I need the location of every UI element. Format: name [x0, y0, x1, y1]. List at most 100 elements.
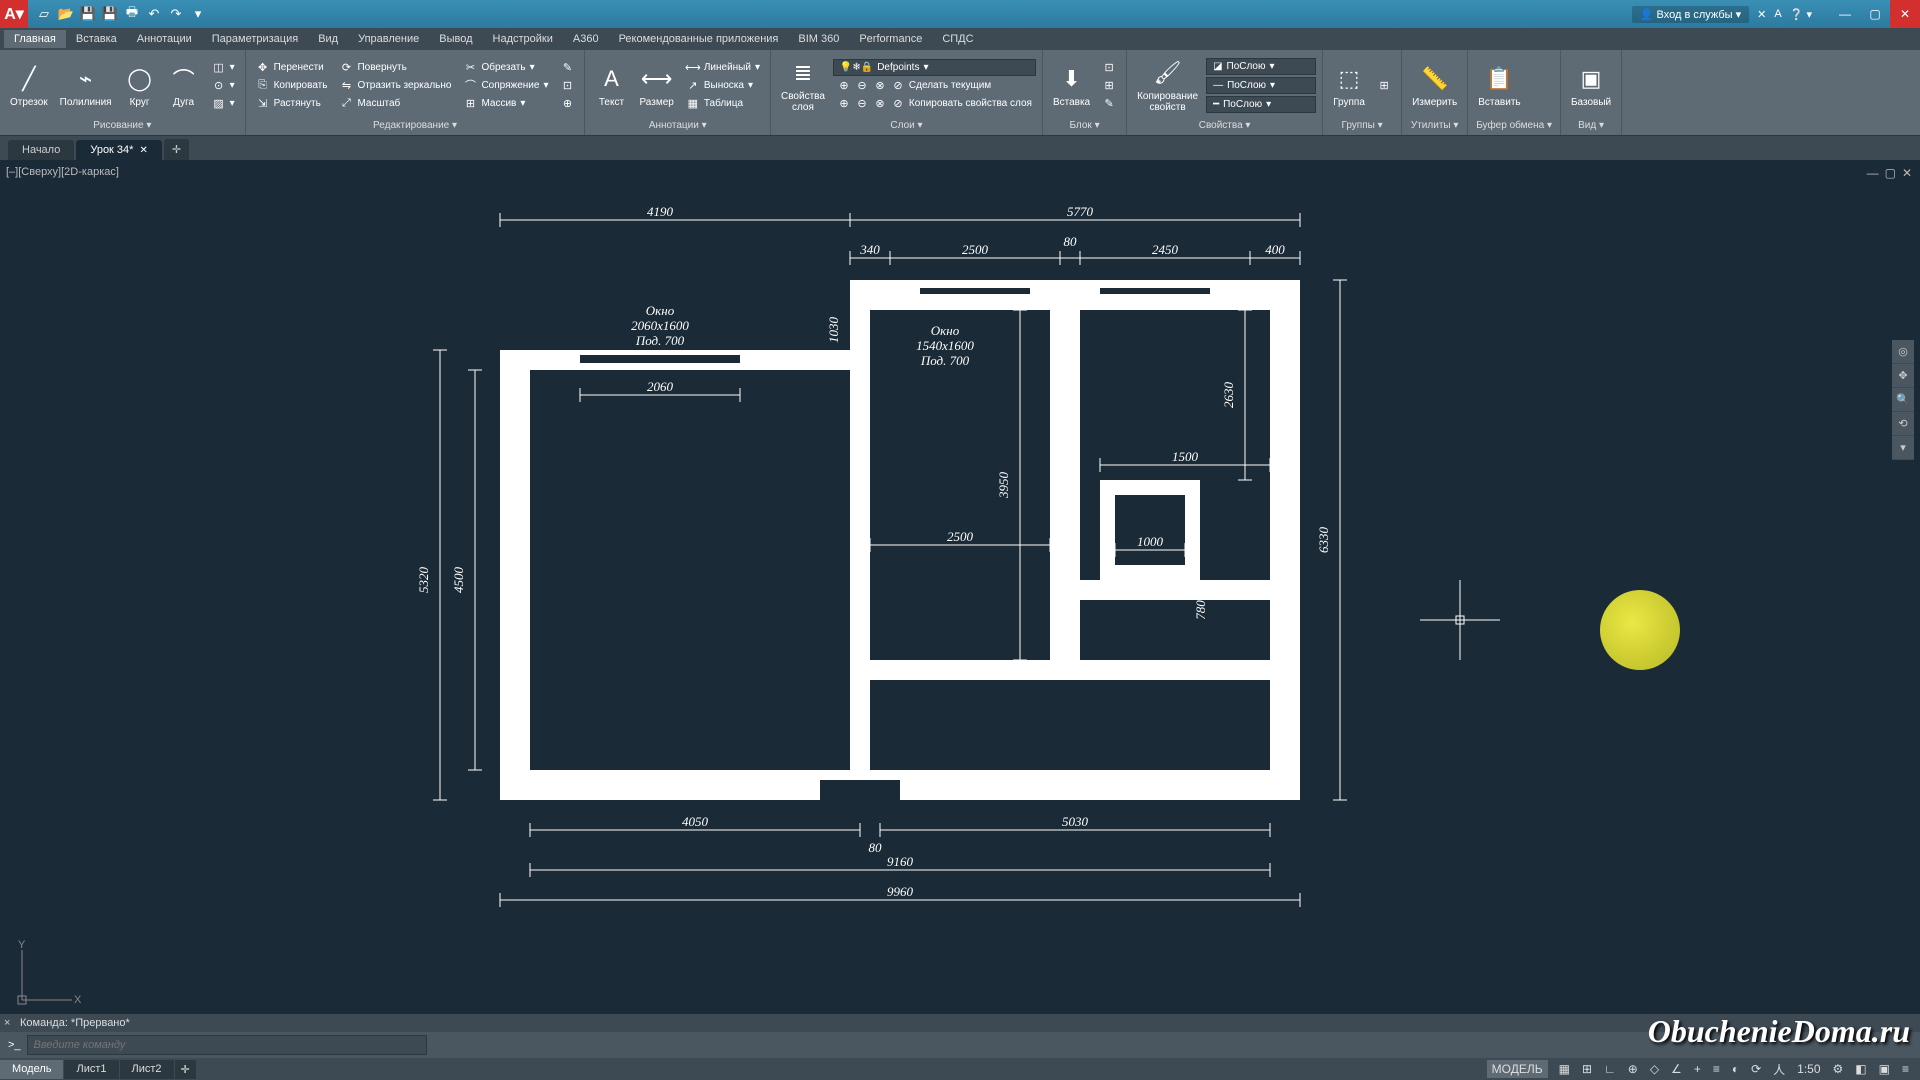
osnap-icon[interactable]: ◇	[1645, 1060, 1664, 1078]
move-button[interactable]: ✥Перенести	[252, 59, 332, 75]
polyline-button[interactable]: ⌁Полилиния	[56, 61, 116, 110]
trim-button[interactable]: ✂Обрезать ▾	[459, 59, 552, 75]
cycle-icon[interactable]: ⟳	[1746, 1060, 1766, 1078]
nav-orbit-icon[interactable]: ⟲	[1892, 412, 1914, 436]
tab-current[interactable]: Урок 34*✕	[76, 140, 162, 160]
nav-pan-icon[interactable]: ✥	[1892, 364, 1914, 388]
scale-button[interactable]: ⤢Масштаб	[335, 95, 455, 111]
color-dropdown[interactable]: ◪ ПоСлою ▾	[1206, 58, 1316, 75]
text-button[interactable]: AТекст	[591, 61, 631, 110]
table-button[interactable]: ▦Таблица	[682, 95, 764, 111]
mod-ext1[interactable]: ✎	[556, 59, 578, 75]
tab-addins[interactable]: Надстройки	[483, 30, 563, 48]
dyn-icon[interactable]: +	[1689, 1060, 1706, 1078]
block-ext1[interactable]: ⊡	[1098, 59, 1120, 75]
exchange-icon[interactable]: ✕	[1757, 8, 1766, 21]
tab-bim360[interactable]: BIM 360	[788, 30, 849, 48]
stretch-button[interactable]: ⇲Растянуть	[252, 95, 332, 111]
drawing-canvas[interactable]: [–][Сверху][2D-каркас] — ▢ ✕ 4190 5770 3…	[0, 160, 1920, 1022]
measure-button[interactable]: 📏Измерить	[1408, 61, 1461, 110]
open-icon[interactable]: 📂	[56, 4, 76, 24]
panel-utils-title[interactable]: Утилиты ▾	[1408, 118, 1461, 133]
tab-param[interactable]: Параметризация	[202, 30, 308, 48]
layout2-tab[interactable]: Лист2	[120, 1060, 174, 1079]
new-icon[interactable]: ▱	[34, 4, 54, 24]
redo-icon[interactable]: ↷	[166, 4, 186, 24]
lineweight-dropdown[interactable]: ━ ПоСлою ▾	[1206, 96, 1316, 113]
mod-ext2[interactable]: ⊡	[556, 77, 578, 93]
snap-icon[interactable]: ⊞	[1577, 1060, 1597, 1078]
anno-icon[interactable]: 人	[1768, 1059, 1790, 1080]
tab-manage[interactable]: Управление	[348, 30, 429, 48]
layer-row2[interactable]: ⊕⊖⊗⊘ Сделать текущим	[833, 78, 1036, 94]
draw-ext3[interactable]: ▨▾	[208, 95, 239, 111]
draw-ext2[interactable]: ⊙▾	[208, 77, 239, 93]
viewport-label[interactable]: [–][Сверху][2D-каркас]	[6, 166, 119, 178]
tab-insert[interactable]: Вставка	[66, 30, 127, 48]
mirror-button[interactable]: ⇋Отразить зеркально	[335, 77, 455, 93]
linetype-dropdown[interactable]: — ПоСлою ▾	[1206, 77, 1316, 94]
circle-button[interactable]: ◯Круг	[120, 61, 160, 110]
group-button[interactable]: ⬚Группа	[1329, 61, 1369, 110]
command-input[interactable]	[27, 1035, 427, 1055]
insert-button[interactable]: ⬇Вставка	[1049, 61, 1094, 110]
trans-icon[interactable]: ◐	[1727, 1060, 1744, 1078]
tab-a360[interactable]: A360	[563, 30, 609, 48]
model-tab[interactable]: Модель	[0, 1060, 63, 1079]
grp-ext[interactable]: ⊞	[1373, 77, 1395, 93]
clean-icon[interactable]: ▣	[1874, 1060, 1895, 1078]
paste-button[interactable]: 📋Вставить	[1474, 61, 1524, 110]
vp-max-icon[interactable]: ▢	[1885, 166, 1896, 180]
qat-more-icon[interactable]: ▾	[188, 4, 208, 24]
panel-groups-title[interactable]: Группы ▾	[1329, 118, 1395, 133]
draw-ext1[interactable]: ◫▾	[208, 59, 239, 75]
line-button[interactable]: ╱Отрезок	[6, 61, 52, 110]
panel-props-title[interactable]: Свойства ▾	[1133, 118, 1316, 133]
tab-start[interactable]: Начало	[8, 140, 74, 160]
app-a-icon[interactable]: A	[1774, 8, 1781, 20]
tab-annot[interactable]: Аннотации	[127, 30, 202, 48]
panel-view-title[interactable]: Вид ▾	[1567, 118, 1615, 133]
rotate-button[interactable]: ⟳Повернуть	[335, 59, 455, 75]
base-button[interactable]: ▣Базовый	[1567, 61, 1615, 110]
grid-icon[interactable]: ▦	[1554, 1060, 1575, 1078]
block-ext2[interactable]: ⊞	[1098, 77, 1120, 93]
help-icon[interactable]: ❔ ▾	[1790, 8, 1812, 21]
minimize-icon[interactable]: —	[1830, 0, 1860, 28]
mod-ext3[interactable]: ⊕	[556, 95, 578, 111]
layer-dropdown[interactable]: 💡❄🔒 Defpoints ▾	[833, 59, 1036, 76]
custom-icon[interactable]: ≡	[1897, 1060, 1914, 1078]
copy-button[interactable]: ⎘Копировать	[252, 77, 332, 93]
panel-annot-title[interactable]: Аннотации ▾	[591, 118, 764, 133]
layer-props-button[interactable]: ≣Свойства слоя	[777, 55, 829, 115]
tab-main[interactable]: Главная	[4, 30, 66, 48]
layout-add[interactable]: ✛	[175, 1060, 196, 1079]
tab-output[interactable]: Вывод	[429, 30, 482, 48]
ortho-icon[interactable]: ∟	[1599, 1060, 1621, 1078]
vp-min-icon[interactable]: —	[1867, 166, 1879, 180]
modelspace-button[interactable]: МОДЕЛЬ	[1487, 1060, 1548, 1078]
nav-wheel-icon[interactable]: ◎	[1892, 340, 1914, 364]
panel-layers-title[interactable]: Слои ▾	[777, 118, 1036, 133]
tab-recapps[interactable]: Рекомендованные приложения	[609, 30, 789, 48]
panel-clip-title[interactable]: Буфер обмена ▾	[1474, 118, 1554, 133]
panel-modify-title[interactable]: Редактирование ▾	[252, 118, 579, 133]
tab-view[interactable]: Вид	[308, 30, 348, 48]
tab-close-icon[interactable]: ✕	[139, 145, 147, 156]
array-button[interactable]: ⊞Массив ▾	[459, 95, 552, 111]
save-icon[interactable]: 💾	[78, 4, 98, 24]
nav-more-icon[interactable]: ▾	[1892, 436, 1914, 460]
dim-button[interactable]: ⟷Размер	[635, 61, 677, 110]
saveas-icon[interactable]: 💾	[100, 4, 120, 24]
tab-add[interactable]: ✛	[164, 139, 189, 160]
vp-close-icon[interactable]: ✕	[1902, 166, 1912, 180]
arc-button[interactable]: ⌒Дуга	[164, 61, 204, 110]
close-icon[interactable]: ✕	[1890, 0, 1920, 28]
panel-draw-title[interactable]: Рисование ▾	[6, 118, 239, 133]
polar-icon[interactable]: ⊕	[1623, 1060, 1643, 1078]
tab-spds[interactable]: СПДС	[932, 30, 983, 48]
nav-zoom-icon[interactable]: 🔍	[1892, 388, 1914, 412]
maximize-icon[interactable]: ▢	[1860, 0, 1890, 28]
lwt-icon[interactable]: ≡	[1708, 1060, 1725, 1078]
layout1-tab[interactable]: Лист1	[64, 1060, 118, 1079]
